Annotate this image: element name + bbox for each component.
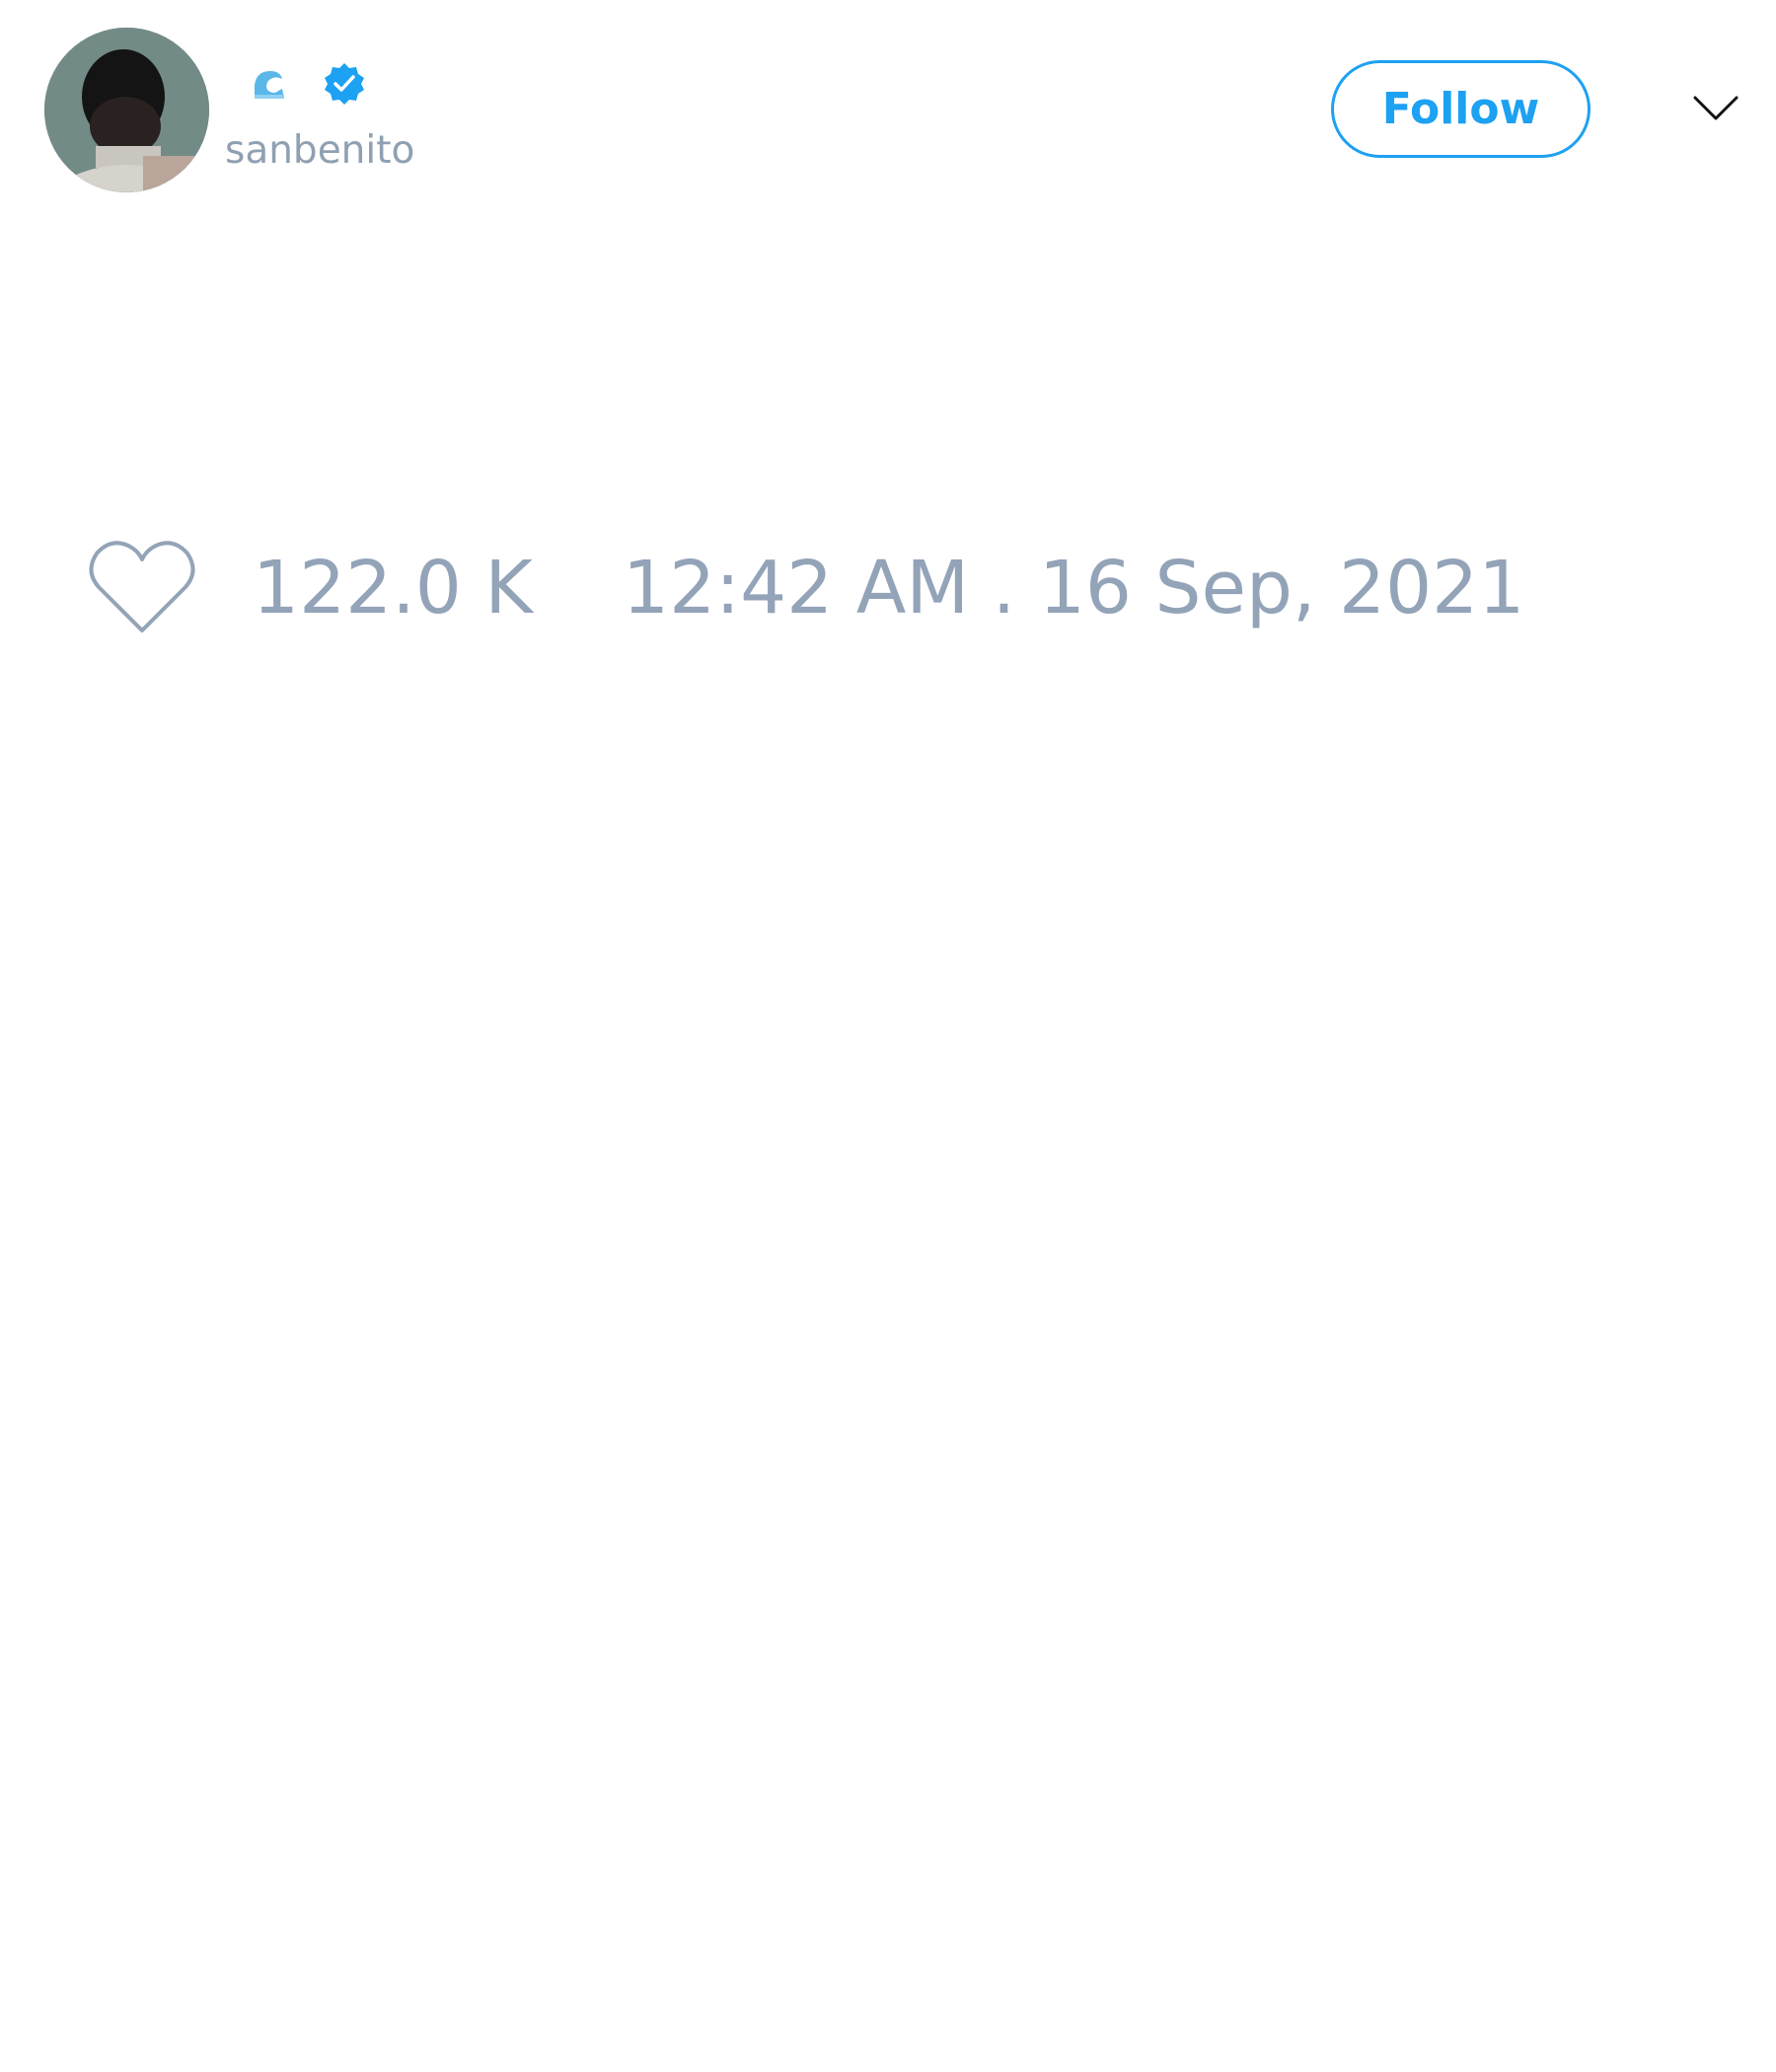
tweet-meta bbox=[89, 538, 195, 636]
avatar[interactable] bbox=[44, 28, 209, 192]
tweet-timestamp[interactable]: 12:42 AM . 16 Sep, 2021 bbox=[623, 546, 1524, 630]
author-handle[interactable]: sanbenito bbox=[225, 126, 414, 176]
follow-button[interactable]: Follow bbox=[1331, 60, 1591, 158]
like-count: 122.0 K bbox=[253, 546, 533, 630]
display-name[interactable] bbox=[251, 59, 367, 109]
avatar-image bbox=[44, 28, 209, 192]
verified-badge-icon bbox=[325, 63, 364, 105]
chevron-down-icon[interactable] bbox=[1693, 95, 1739, 122]
heart-icon[interactable] bbox=[89, 538, 195, 636]
water-wave-icon bbox=[253, 67, 286, 101]
